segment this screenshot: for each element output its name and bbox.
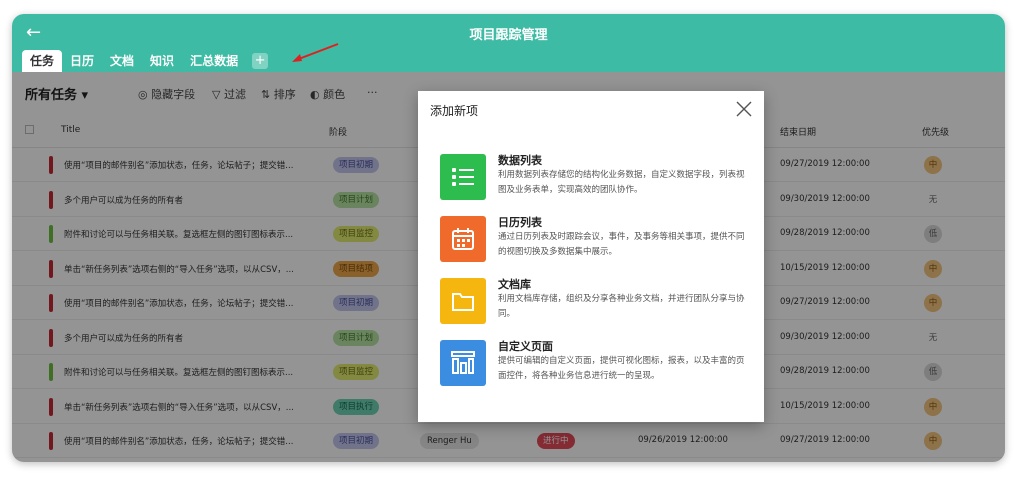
tab-0[interactable]: 任务 [22,50,63,72]
list-icon [440,154,486,200]
option-description: 利用文档库存储，组织及分享各种业务文档，并进行团队分享与协同。 [498,294,745,319]
option-name: 日历列表 [498,216,542,229]
tab-bar: 任务 日历 文档 知识 汇总数据 + [22,50,269,72]
option-description: 提供可编辑的自定义页面，提供可视化图标，报表，以及丰富的页面控件，将各种业务信息… [498,356,745,381]
tab-1[interactable]: 日历 [62,50,102,72]
option-dashboard[interactable]: 自定义页面 提供可编辑的自定义页面，提供可视化图标，报表，以及丰富的页面控件，将… [428,332,754,394]
add-tab-button[interactable]: + [252,53,269,69]
dialog-title: 添加新项 [430,104,479,118]
app-header: ← 项目跟踪管理 任务 日历 文档 知识 汇总数据 + [12,14,1005,72]
tab-4[interactable]: 汇总数据 [182,50,246,72]
option-name: 数据列表 [498,154,542,167]
dashboard-icon [440,340,486,386]
option-folder[interactable]: 文档库 利用文档库存储，组织及分享各种业务文档，并进行团队分享与协同。 [428,270,754,332]
tab-3[interactable]: 知识 [142,50,182,72]
option-name: 自定义页面 [498,340,553,353]
annotation-arrow-icon [292,43,339,62]
app-title: 项目跟踪管理 [469,28,548,43]
calendar-icon [440,216,486,262]
close-icon[interactable] [736,101,752,117]
tab-2[interactable]: 文档 [102,50,142,72]
option-calendar[interactable]: 日历列表 通过日历列表及时跟踪会议，事件，及事务等相关事项，提供不同的视图切换及… [428,208,754,270]
folder-icon [440,278,486,324]
option-description: 利用数据列表存储您的结构化业务数据，自定义数据字段，列表视图及业务表单，实现高效… [498,170,745,195]
option-description: 通过日历列表及时跟踪会议，事件，及事务等相关事项，提供不同的视图切换及多数据集中… [498,232,745,257]
add-new-item-dialog: 添加新项 数据列表 利用数据列表存储您的结构化业务数据，自定义数据字段，列表视图… [418,91,764,422]
option-list[interactable]: 数据列表 利用数据列表存储您的结构化业务数据，自定义数据字段，列表视图及业务表单… [428,146,754,208]
option-name: 文档库 [498,278,531,291]
